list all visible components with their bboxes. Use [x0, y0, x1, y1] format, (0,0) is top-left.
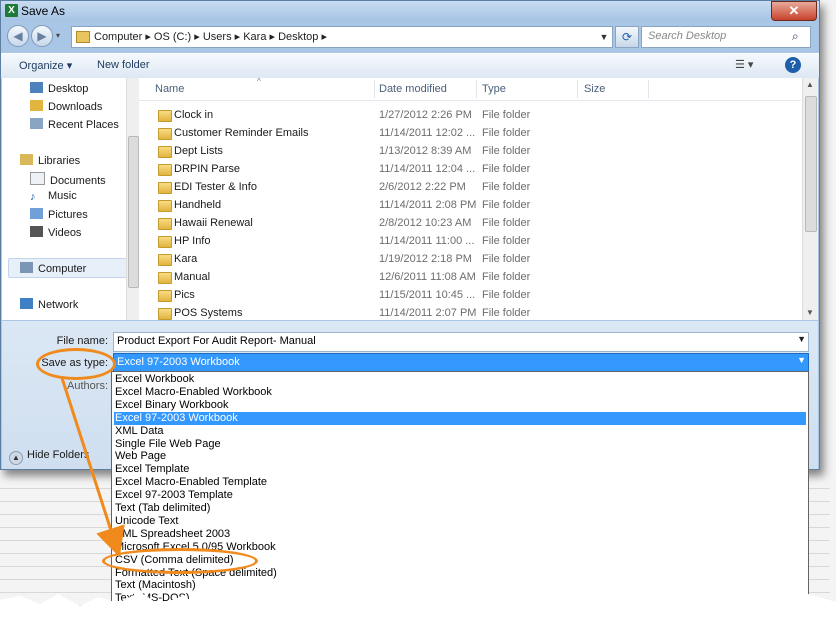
torn-edge-decoration — [0, 592, 836, 644]
